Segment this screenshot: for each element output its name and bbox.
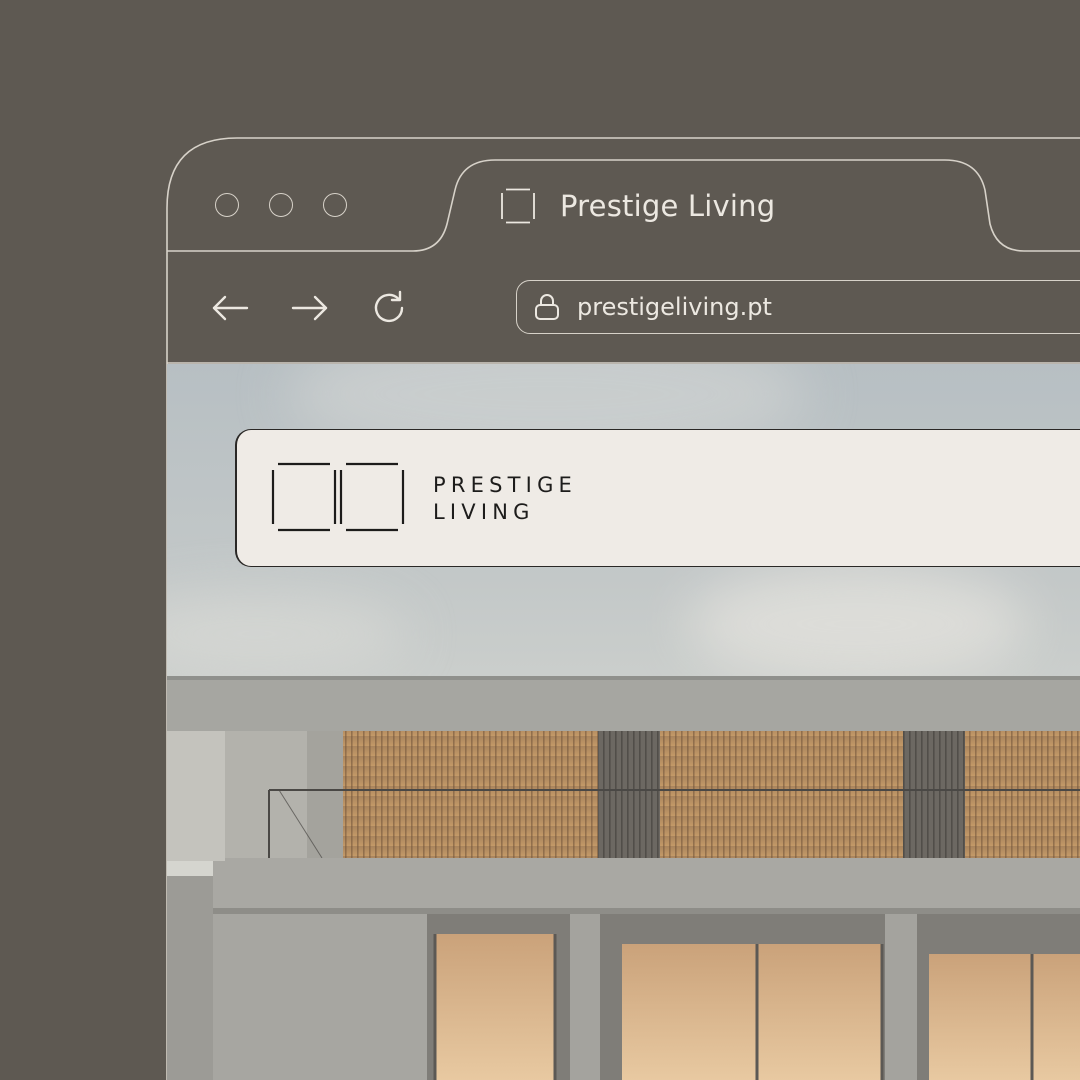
site-header: PRESTIGE LIVING	[235, 429, 1080, 567]
brand-name-line-2[interactable]: LIVING	[433, 500, 535, 524]
arrow-left-icon	[212, 295, 249, 321]
double-square-logo-icon	[271, 462, 405, 532]
tab-title: Prestige Living	[560, 189, 776, 223]
brand-name-line-1[interactable]: PRESTIGE	[433, 473, 577, 497]
window-minimize-dot-icon[interactable]	[269, 193, 293, 217]
reload-icon	[374, 290, 404, 323]
forward-button[interactable]	[290, 288, 330, 328]
reload-button[interactable]	[369, 288, 409, 328]
website-viewport: PRESTIGE LIVING	[167, 364, 1080, 1080]
back-button[interactable]	[210, 288, 250, 328]
arrow-right-icon	[291, 295, 328, 321]
lock-icon	[535, 294, 559, 320]
window-close-dot-icon[interactable]	[215, 193, 239, 217]
browser-mockup: Prestige Living prestigeliving.pt PRESTI…	[0, 0, 1080, 1080]
window-maximize-dot-icon[interactable]	[323, 193, 347, 217]
square-favicon-icon	[501, 188, 535, 224]
url-text[interactable]: prestigeliving.pt	[577, 290, 772, 324]
hero-building-image	[167, 676, 1080, 1080]
